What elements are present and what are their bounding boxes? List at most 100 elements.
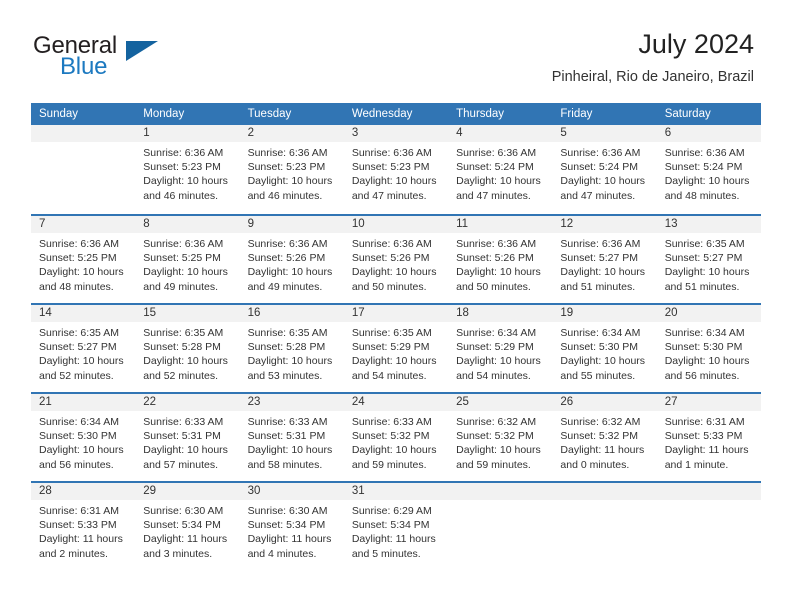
day-detail-line: Sunset: 5:25 PM	[39, 252, 117, 265]
calendar-day-cell[interactable]: 14 Sunrise: 6:35 AM Sunset: 5:27 PM Dayligh…	[31, 305, 136, 392]
day-details: Sunrise: 6:33 AM Sunset: 5:32 PM Daylight:…	[344, 411, 448, 472]
day-detail-line: Sunrise: 6:36 AM	[247, 238, 328, 250]
day-detail-line: Sunrise: 6:36 AM	[247, 147, 328, 159]
day-detail-line: Daylight: 10 hours	[560, 175, 646, 188]
day-number: 5	[552, 125, 657, 142]
day-detail-line: and 53 minutes.	[247, 369, 323, 382]
day-detail-line: and 56 minutes.	[664, 369, 740, 382]
calendar-day-cell[interactable]: 20 Sunrise: 6:34 AM Sunset: 5:30 PM Dayligh…	[656, 305, 761, 392]
calendar-week-row: 7 Sunrise: 6:36 AM Sunset: 5:25 PM Daylight…	[31, 214, 761, 303]
day-number: 14	[31, 305, 136, 322]
day-detail-line: Sunset: 5:24 PM	[664, 161, 743, 174]
day-details: Sunrise: 6:34 AM Sunset: 5:30 PM Daylight:…	[657, 322, 761, 383]
calendar-day-cell[interactable]: 24 Sunrise: 6:33 AM Sunset: 5:32 PM Dayligh…	[343, 394, 449, 481]
calendar-day-cell[interactable]: 4 Sunrise: 6:36 AM Sunset: 5:24 PM Daylight…	[448, 125, 553, 214]
day-detail-line: Sunset: 5:27 PM	[664, 252, 743, 265]
calendar-day-cell[interactable]: 18 Sunrise: 6:34 AM Sunset: 5:29 PM Dayligh…	[448, 305, 553, 392]
day-detail-line: Sunrise: 6:29 AM	[351, 505, 432, 517]
day-detail-line: Sunset: 5:27 PM	[39, 341, 117, 354]
calendar-week-row: 21 Sunrise: 6:34 AM Sunset: 5:30 PM Dayligh…	[31, 392, 761, 481]
day-detail-line: Sunrise: 6:35 AM	[247, 327, 328, 339]
calendar-day-cell[interactable]: 31 Sunrise: 6:29 AM Sunset: 5:34 PM Dayligh…	[343, 483, 449, 570]
calendar-day-cell[interactable]: 15 Sunrise: 6:35 AM Sunset: 5:28 PM Dayligh…	[135, 305, 240, 392]
day-detail-line: Daylight: 10 hours	[247, 355, 333, 368]
day-number: 18	[448, 305, 553, 322]
calendar-day-cell[interactable]: 6 Sunrise: 6:36 AM Sunset: 5:24 PM Daylight…	[656, 125, 761, 214]
calendar-day-cell[interactable]: 12 Sunrise: 6:36 AM Sunset: 5:27 PM Dayligh…	[552, 216, 657, 303]
calendar-day-cell[interactable]: 1 Sunrise: 6:36 AM Sunset: 5:23 PM Daylight…	[135, 125, 240, 214]
day-number: 20	[656, 305, 761, 322]
day-detail-line: Sunrise: 6:30 AM	[143, 505, 224, 517]
day-detail-line: and 47 minutes.	[351, 189, 427, 202]
day-number: 1	[135, 125, 240, 142]
calendar-day-cell[interactable]: 5 Sunrise: 6:36 AM Sunset: 5:24 PM Daylight…	[552, 125, 657, 214]
day-detail-line: Sunset: 5:23 PM	[351, 161, 430, 174]
day-details: Sunrise: 6:36 AM Sunset: 5:26 PM Daylight:…	[344, 233, 448, 294]
weekday-header-tuesday: Tuesday	[247, 108, 292, 120]
calendar-day-cell[interactable]: 30 Sunrise: 6:30 AM Sunset: 5:34 PM Dayligh…	[239, 483, 344, 570]
day-detail-line: Sunrise: 6:36 AM	[456, 147, 537, 159]
day-number: 10	[343, 216, 449, 233]
day-detail-line: Sunset: 5:23 PM	[143, 161, 221, 174]
day-details: Sunrise: 6:33 AM Sunset: 5:31 PM Daylight:…	[240, 411, 344, 472]
day-detail-line: Sunrise: 6:35 AM	[664, 238, 745, 250]
calendar-day-cell[interactable]: 28 Sunrise: 6:31 AM Sunset: 5:33 PM Dayligh…	[31, 483, 136, 570]
day-detail-line: Daylight: 10 hours	[39, 444, 124, 457]
day-detail-line: Sunrise: 6:36 AM	[143, 238, 224, 250]
day-number: 25	[448, 394, 553, 411]
day-detail-line: Daylight: 11 hours	[143, 533, 228, 546]
day-detail-line: Sunset: 5:32 PM	[351, 430, 430, 443]
calendar-day-cell[interactable]: 11 Sunrise: 6:36 AM Sunset: 5:26 PM Dayligh…	[448, 216, 553, 303]
calendar-day-cell[interactable]: 25 Sunrise: 6:32 AM Sunset: 5:32 PM Dayligh…	[448, 394, 553, 481]
day-detail-line: Sunset: 5:26 PM	[351, 252, 430, 265]
day-detail-line: Sunrise: 6:34 AM	[39, 416, 119, 428]
day-detail-line: and 2 minutes.	[39, 547, 108, 560]
calendar-day-cell[interactable]: 10 Sunrise: 6:36 AM Sunset: 5:26 PM Dayligh…	[343, 216, 449, 303]
calendar-day-cell[interactable]: 27 Sunrise: 6:31 AM Sunset: 5:33 PM Dayligh…	[656, 394, 761, 481]
day-number: 12	[552, 216, 657, 233]
day-number: 19	[552, 305, 657, 322]
day-detail-line: Daylight: 10 hours	[664, 175, 750, 188]
calendar-day-cell[interactable]: 8 Sunrise: 6:36 AM Sunset: 5:25 PM Daylight…	[135, 216, 240, 303]
day-number: 7	[31, 216, 136, 233]
day-detail-line: Sunset: 5:29 PM	[456, 341, 534, 354]
calendar-day-cell[interactable]: 7 Sunrise: 6:36 AM Sunset: 5:25 PM Daylight…	[31, 216, 136, 303]
day-detail-line: Sunrise: 6:33 AM	[247, 416, 328, 428]
day-detail-line: Daylight: 11 hours	[39, 533, 123, 546]
weekday-header-saturday: Saturday	[664, 108, 711, 120]
day-detail-line: Daylight: 10 hours	[351, 266, 437, 279]
weekday-header-wednesday: Wednesday	[351, 108, 413, 120]
day-detail-line: Daylight: 11 hours	[351, 533, 436, 546]
day-detail-line: and 52 minutes.	[39, 369, 114, 382]
day-detail-line: Daylight: 10 hours	[39, 266, 124, 279]
calendar-day-cell[interactable]: 16 Sunrise: 6:35 AM Sunset: 5:28 PM Dayligh…	[239, 305, 344, 392]
day-detail-line: Daylight: 10 hours	[143, 175, 228, 188]
calendar-day-cell[interactable]: 23 Sunrise: 6:33 AM Sunset: 5:31 PM Dayligh…	[239, 394, 344, 481]
page-subtitle: Pinheiral, Rio de Janeiro, Brazil	[551, 69, 754, 85]
calendar-day-cell[interactable]: 3 Sunrise: 6:36 AM Sunset: 5:23 PM Daylight…	[343, 125, 449, 214]
day-number: 17	[343, 305, 449, 322]
day-detail-line: Sunrise: 6:32 AM	[456, 416, 537, 428]
calendar-day-cell[interactable]: 26 Sunrise: 6:32 AM Sunset: 5:32 PM Dayligh…	[552, 394, 657, 481]
day-details: Sunrise: 6:35 AM Sunset: 5:27 PM Daylight:…	[31, 322, 135, 383]
day-number: 11	[448, 216, 553, 233]
calendar-day-cell[interactable]: 17 Sunrise: 6:35 AM Sunset: 5:29 PM Dayligh…	[343, 305, 449, 392]
day-detail-line: and 51 minutes.	[664, 280, 740, 293]
day-detail-line: Sunset: 5:26 PM	[247, 252, 326, 265]
day-detail-line: Daylight: 10 hours	[664, 266, 750, 279]
day-detail-line: Sunset: 5:33 PM	[664, 430, 743, 443]
calendar-day-cell[interactable]: 13 Sunrise: 6:35 AM Sunset: 5:27 PM Dayligh…	[656, 216, 761, 303]
day-detail-line: Sunrise: 6:31 AM	[664, 416, 745, 428]
day-detail-line: Sunset: 5:30 PM	[560, 341, 639, 354]
day-detail-line: Daylight: 11 hours	[247, 533, 332, 546]
calendar-day-cell[interactable]: 21 Sunrise: 6:34 AM Sunset: 5:30 PM Dayligh…	[31, 394, 136, 481]
day-details: Sunrise: 6:36 AM Sunset: 5:24 PM Daylight:…	[552, 142, 656, 203]
calendar-day-cell[interactable]: 22 Sunrise: 6:33 AM Sunset: 5:31 PM Dayligh…	[135, 394, 240, 481]
day-detail-line: Daylight: 10 hours	[39, 355, 124, 368]
day-detail-line: Daylight: 10 hours	[560, 355, 646, 368]
calendar-day-cell[interactable]: 19 Sunrise: 6:34 AM Sunset: 5:30 PM Dayligh…	[552, 305, 657, 392]
day-detail-line: and 3 minutes.	[143, 547, 213, 560]
calendar-day-cell[interactable]: 29 Sunrise: 6:30 AM Sunset: 5:34 PM Dayligh…	[135, 483, 240, 570]
calendar-day-cell[interactable]: 9 Sunrise: 6:36 AM Sunset: 5:26 PM Daylight…	[239, 216, 344, 303]
calendar-day-cell[interactable]: 2 Sunrise: 6:36 AM Sunset: 5:23 PM Daylight…	[239, 125, 344, 214]
